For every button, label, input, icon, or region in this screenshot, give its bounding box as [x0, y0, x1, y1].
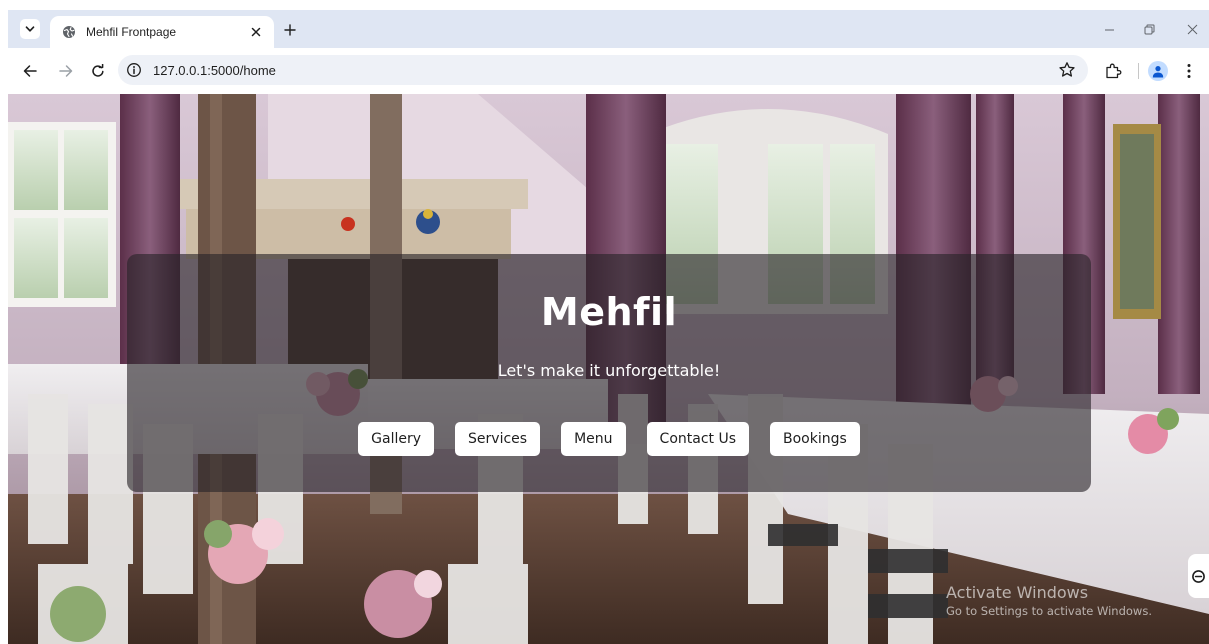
back-button[interactable]	[20, 61, 40, 81]
browser-window: Mehfil Frontpage 127.0.0.1:5000/home Meh…	[0, 0, 1209, 644]
hero-tagline: Let's make it unforgettable!	[497, 361, 721, 380]
new-tab-button[interactable]	[282, 22, 298, 38]
services-button[interactable]: Services	[455, 422, 541, 456]
arrow-left-icon	[23, 65, 37, 77]
address-bar[interactable]: 127.0.0.1:5000/home	[118, 55, 1088, 85]
minimize-button[interactable]	[1096, 19, 1122, 39]
activate-windows-watermark: Activate Windows Go to Settings to activ…	[946, 583, 1152, 618]
arrow-right-icon	[59, 65, 73, 77]
close-window-button[interactable]	[1179, 19, 1205, 39]
watermark-title: Activate Windows	[946, 583, 1089, 602]
menu-button[interactable]: Menu	[561, 422, 626, 456]
info-circle-icon[interactable]	[126, 62, 142, 78]
url-text: 127.0.0.1:5000/home	[153, 63, 276, 78]
hero-card: Mehfil Let's make it unforgettable! Gall…	[127, 254, 1091, 492]
hero-nav: Gallery Services Menu Contact Us Booking…	[127, 422, 1091, 456]
restore-button[interactable]	[1136, 19, 1162, 39]
restore-icon	[1144, 24, 1154, 34]
browser-toolbar: 127.0.0.1:5000/home	[8, 48, 1209, 94]
extensions-icon[interactable]	[1104, 62, 1122, 80]
profile-avatar[interactable]	[1148, 61, 1168, 81]
tab-title: Mehfil Frontpage	[86, 25, 177, 39]
side-panel-handle[interactable]	[1188, 554, 1209, 598]
globe-icon	[62, 25, 76, 39]
watermark-subtitle: Go to Settings to activate Windows.	[946, 604, 1152, 618]
browser-menu-button[interactable]	[1182, 61, 1196, 81]
bookings-button[interactable]: Bookings	[770, 422, 860, 456]
forward-button[interactable]	[56, 61, 76, 81]
chevron-down-icon	[25, 26, 35, 32]
kebab-icon	[1187, 64, 1191, 78]
close-icon	[1187, 24, 1197, 34]
reload-icon	[92, 64, 104, 77]
page-viewport: Mehfil Let's make it unforgettable! Gall…	[8, 94, 1209, 644]
sidebar-toggle-icon	[1192, 569, 1205, 583]
minimize-icon	[1104, 29, 1114, 30]
tab-close-button[interactable]	[248, 24, 264, 40]
person-icon	[1152, 66, 1164, 78]
tab-strip: Mehfil Frontpage	[8, 10, 1209, 48]
plus-icon	[284, 24, 296, 36]
toolbar-divider	[1138, 63, 1139, 79]
close-icon	[251, 27, 261, 37]
tab-search-button[interactable]	[20, 19, 40, 39]
active-tab[interactable]: Mehfil Frontpage	[50, 16, 274, 48]
hero-title: Mehfil	[540, 290, 678, 334]
star-icon[interactable]	[1058, 61, 1076, 79]
contact-us-button[interactable]: Contact Us	[646, 422, 750, 456]
gallery-button[interactable]: Gallery	[358, 422, 435, 456]
reload-button[interactable]	[88, 61, 108, 81]
